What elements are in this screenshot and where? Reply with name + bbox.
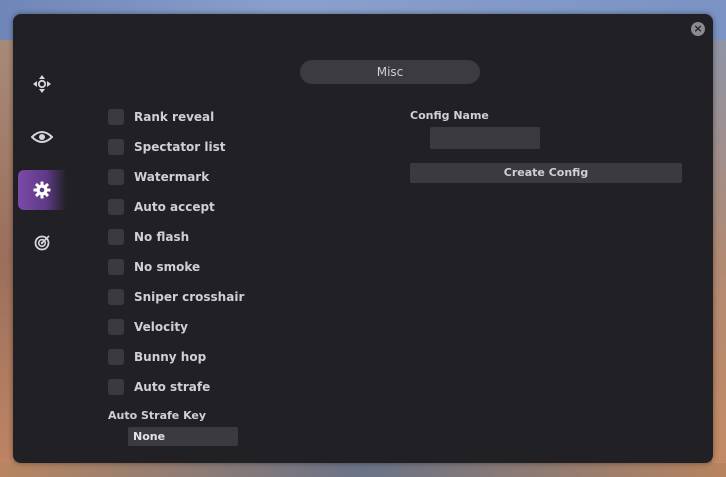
auto-strafe-key-label: Auto Strafe Key xyxy=(108,409,207,422)
option-auto-strafe: Auto strafe xyxy=(108,379,210,395)
option-sniper-crosshair: Sniper crosshair xyxy=(108,289,244,305)
background-bottom-edge xyxy=(0,463,726,477)
sidebar-item-misc[interactable] xyxy=(18,170,66,210)
option-velocity: Velocity xyxy=(108,319,188,335)
spectator-list-label[interactable]: Spectator list xyxy=(134,140,226,154)
config-name-input[interactable] xyxy=(430,127,540,149)
velocity-label[interactable]: Velocity xyxy=(134,320,188,334)
watermark-label[interactable]: Watermark xyxy=(134,170,209,184)
close-icon[interactable]: × xyxy=(691,22,705,36)
no-flash-label[interactable]: No flash xyxy=(134,230,189,244)
no-smoke-checkbox[interactable] xyxy=(108,259,124,275)
velocity-checkbox[interactable] xyxy=(108,319,124,335)
rank-reveal-checkbox[interactable] xyxy=(108,109,124,125)
auto-accept-checkbox[interactable] xyxy=(108,199,124,215)
spectator-list-checkbox[interactable] xyxy=(108,139,124,155)
option-watermark: Watermark xyxy=(108,169,209,185)
option-no-flash: No flash xyxy=(108,229,189,245)
auto-strafe-checkbox[interactable] xyxy=(108,379,124,395)
auto-strafe-label[interactable]: Auto strafe xyxy=(134,380,210,394)
crosshair-arrows-icon xyxy=(33,75,51,93)
watermark-checkbox[interactable] xyxy=(108,169,124,185)
option-auto-accept: Auto accept xyxy=(108,199,215,215)
background-right-edge xyxy=(712,40,726,477)
config-name-label: Config Name xyxy=(410,109,489,122)
bunny-hop-label[interactable]: Bunny hop xyxy=(134,350,206,364)
sidebar-item-aim[interactable] xyxy=(18,64,66,104)
gear-icon xyxy=(33,181,51,199)
option-rank-reveal: Rank reveal xyxy=(108,109,214,125)
sidebar-item-radar[interactable] xyxy=(18,223,66,263)
sidebar-item-visuals[interactable] xyxy=(18,117,66,157)
auto-accept-label[interactable]: Auto accept xyxy=(134,200,215,214)
eye-icon xyxy=(31,131,53,143)
target-icon xyxy=(34,235,50,251)
option-bunny-hop: Bunny hop xyxy=(108,349,206,365)
rank-reveal-label[interactable]: Rank reveal xyxy=(134,110,214,124)
tab-title-misc: Misc xyxy=(300,60,480,84)
no-flash-checkbox[interactable] xyxy=(108,229,124,245)
menu-window: × Misc Rank reveal Spectator list Waterm… xyxy=(13,14,713,463)
sniper-crosshair-label[interactable]: Sniper crosshair xyxy=(134,290,244,304)
option-spectator-list: Spectator list xyxy=(108,139,226,155)
bunny-hop-checkbox[interactable] xyxy=(108,349,124,365)
option-no-smoke: No smoke xyxy=(108,259,200,275)
auto-strafe-key-picker[interactable]: None xyxy=(128,427,238,446)
create-config-button[interactable]: Create Config xyxy=(410,163,682,183)
sniper-crosshair-checkbox[interactable] xyxy=(108,289,124,305)
background-left-edge xyxy=(0,40,14,477)
no-smoke-label[interactable]: No smoke xyxy=(134,260,200,274)
